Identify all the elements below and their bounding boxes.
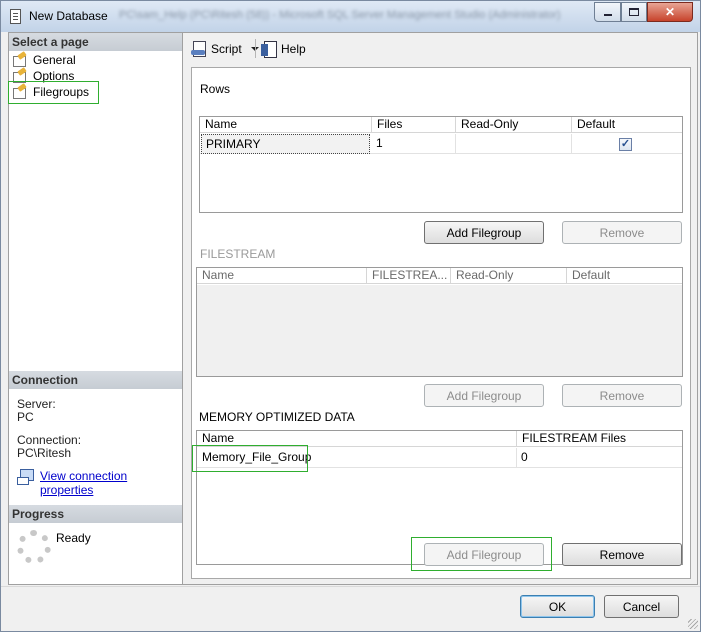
minimize-button[interactable]: [594, 2, 621, 22]
window-title: New Database: [29, 9, 108, 23]
column-header-filestream-files: FILESTREA...: [367, 268, 451, 284]
memory-optimized-section-label: MEMORY OPTIMIZED DATA: [199, 410, 355, 424]
server-value: PC: [17, 410, 34, 424]
table-row[interactable]: PRIMARY 1 ✓: [200, 134, 682, 154]
column-header-default[interactable]: Default: [572, 117, 684, 133]
connection-label: Connection:: [17, 433, 82, 447]
help-label: Help: [281, 42, 306, 56]
script-button[interactable]: Script: [191, 41, 259, 57]
script-icon: [191, 41, 207, 57]
column-header-read-only[interactable]: Read-Only: [456, 117, 572, 133]
column-header-default: Default: [572, 268, 611, 282]
rows-section-label: Rows: [200, 82, 231, 96]
cancel-button[interactable]: Cancel: [604, 595, 679, 618]
database-icon: [10, 9, 21, 24]
server-label: Server:: [17, 397, 56, 411]
filestream-grid-header: Name FILESTREA... Read-Only Default: [197, 268, 682, 284]
maximize-icon: [629, 8, 639, 16]
close-button[interactable]: ✕: [647, 2, 693, 22]
filestream-add-filegroup-button[interactable]: Add Filegroup: [424, 384, 544, 407]
row-files-cell[interactable]: 0: [517, 448, 681, 468]
rows-remove-button[interactable]: Remove: [562, 221, 682, 244]
filegroups-content: Rows Name Files Read-Only Default PRIMAR…: [191, 67, 691, 579]
rows-grid[interactable]: Name Files Read-Only Default PRIMARY 1 ✓: [199, 116, 683, 213]
left-pane: Select a page General Options Filegroups…: [8, 32, 183, 585]
column-header-name[interactable]: Name: [200, 117, 372, 133]
title-bar[interactable]: New Database PC\sam_Help (PC\Ritesh (58)…: [1, 1, 700, 32]
filegroups-highlight-box: [8, 81, 99, 104]
toolbar-separator: [255, 39, 256, 58]
column-header-filestream-files[interactable]: FILESTREAM Files: [517, 431, 682, 447]
script-label: Script: [211, 41, 242, 56]
right-pane: Script Help Rows Name Files Read-Only De…: [183, 32, 698, 585]
page-wrench-icon: [12, 53, 28, 67]
rows-grid-header: Name Files Read-Only Default: [200, 117, 682, 133]
page-item-general[interactable]: General: [12, 52, 76, 68]
footer-divider: [1, 586, 700, 587]
filestream-grid-empty-area: [197, 285, 682, 376]
window-subtitle-blurred: PC\sam_Help (PC\Ritesh (58)) - Microsoft…: [119, 9, 561, 21]
add-filegroup-highlight-box: [411, 537, 552, 571]
row-files-cell[interactable]: 1: [372, 134, 456, 154]
progress-status: Ready: [56, 531, 91, 545]
ok-button[interactable]: OK: [520, 595, 595, 618]
row-default-cell: ✓: [572, 134, 684, 154]
close-icon: ✕: [664, 5, 676, 19]
select-page-header: Select a page: [9, 33, 182, 51]
memory-row-highlight-box: [192, 445, 308, 472]
column-header-read-only: Read-Only: [451, 268, 567, 284]
row-read-only-cell[interactable]: [456, 134, 572, 154]
connection-properties-icon: [17, 469, 35, 485]
column-header-files[interactable]: Files: [372, 117, 456, 133]
minimize-icon: [603, 14, 612, 16]
toolbar: Script Help: [183, 33, 697, 63]
filestream-section-label: FILESTREAM: [200, 247, 276, 261]
connection-header: Connection: [9, 371, 182, 389]
progress-header: Progress: [9, 505, 182, 523]
filestream-grid: Name FILESTREA... Read-Only Default: [196, 267, 683, 377]
help-book-icon: [261, 41, 277, 58]
default-checkbox[interactable]: ✓: [619, 138, 632, 151]
row-name-cell[interactable]: PRIMARY: [201, 134, 370, 154]
filestream-remove-button[interactable]: Remove: [562, 384, 682, 407]
maximize-button[interactable]: [621, 2, 647, 22]
view-connection-properties-link[interactable]: View connection properties: [40, 469, 182, 497]
column-header-name: Name: [197, 268, 367, 284]
new-database-dialog: New Database PC\sam_Help (PC\Ritesh (58)…: [0, 0, 701, 632]
connection-value: PC\Ritesh: [17, 446, 72, 460]
progress-spinner-icon: [17, 530, 51, 564]
page-item-label: General: [33, 53, 76, 67]
rows-add-filegroup-button[interactable]: Add Filegroup: [424, 221, 544, 244]
resize-grip-icon[interactable]: [688, 619, 698, 629]
help-button[interactable]: Help: [261, 41, 306, 58]
memory-remove-button[interactable]: Remove: [562, 543, 682, 566]
